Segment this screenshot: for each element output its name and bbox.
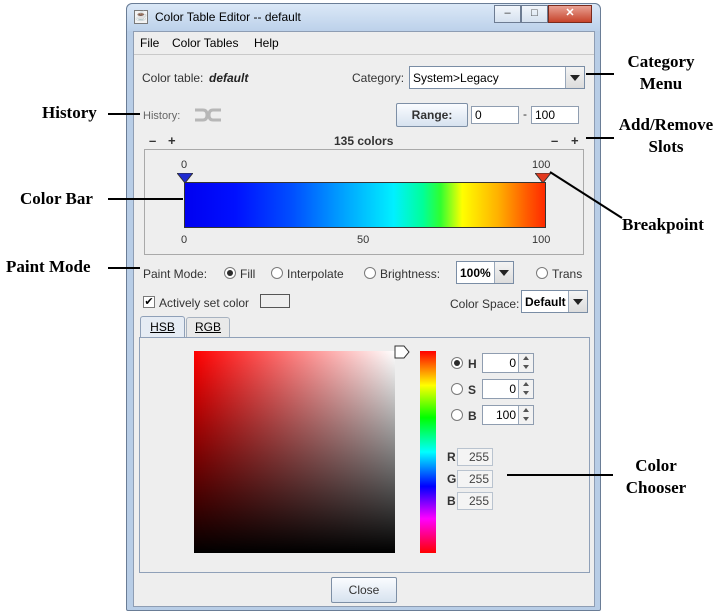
- annotation-color-bar: Color Bar: [20, 189, 93, 208]
- sb-cursor-shape: [394, 345, 410, 359]
- title-bar[interactable]: ☕ Color Table Editor -- default – □ ✕: [127, 4, 600, 31]
- range-min-field[interactable]: 0: [471, 106, 519, 124]
- history-undo-redo-icon[interactable]: [193, 107, 223, 123]
- hue-slider[interactable]: [420, 351, 436, 553]
- history-label: History:: [143, 110, 181, 122]
- color-bar[interactable]: [184, 182, 546, 228]
- brightness-select[interactable]: 100%: [456, 261, 514, 284]
- add-slot-left-button[interactable]: +: [168, 133, 176, 148]
- category-value: System>Legacy: [413, 71, 499, 85]
- window-title: Color Table Editor -- default: [155, 10, 301, 24]
- category-label: Category:: [352, 71, 405, 85]
- editor-content: File Color Tables Help Color table: defa…: [133, 31, 595, 607]
- paint-mode-interpolate-label: Interpolate: [287, 267, 344, 281]
- menu-bar: File Color Tables Help: [134, 32, 594, 55]
- annotation-line-color-chooser: [507, 474, 613, 476]
- colorbar-tick-50: 50: [357, 234, 370, 246]
- add-slot-right-button[interactable]: +: [571, 133, 579, 148]
- paint-mode-interpolate-radio[interactable]: [271, 267, 283, 279]
- hsb-h-value: 0: [509, 356, 516, 370]
- minimize-button[interactable]: –: [494, 5, 521, 23]
- range-button[interactable]: Range:: [396, 103, 468, 127]
- rgb-r-value: 255: [457, 448, 493, 466]
- annotation-line-history: [108, 113, 140, 115]
- annotation-line-colorbar: [108, 198, 183, 200]
- spinner-arrows-icon[interactable]: [518, 354, 533, 372]
- close-button[interactable]: Close: [331, 577, 397, 603]
- color-table-editor-window: ☕ Color Table Editor -- default – □ ✕ Fi…: [126, 3, 601, 611]
- color-count: 135 colors: [334, 134, 394, 148]
- annotation-breakpoint: Breakpoint: [622, 215, 704, 234]
- range-max-field[interactable]: 100: [531, 106, 579, 124]
- color-chooser-panel: H 0 S 0 B 100 R 255 G 255 B 255: [139, 337, 590, 573]
- paint-mode-label: Paint Mode:: [143, 267, 208, 281]
- rgb-r-label: R: [447, 450, 456, 464]
- hsb-s-label: S: [468, 383, 477, 397]
- hsb-b-value: 100: [495, 408, 516, 422]
- hsb-s-value: 0: [509, 382, 516, 396]
- menu-help[interactable]: Help: [254, 36, 279, 50]
- menu-file[interactable]: File: [140, 36, 159, 50]
- remove-slot-right-button[interactable]: –: [551, 133, 558, 148]
- paint-mode-fill-label: Fill: [240, 267, 256, 281]
- paint-mode-brightness-label: Brightness:: [380, 267, 441, 281]
- active-color-swatch[interactable]: [260, 294, 290, 308]
- window-close-button[interactable]: ✕: [548, 5, 592, 23]
- hsb-h-radio[interactable]: [451, 357, 463, 369]
- tab-hsb[interactable]: HSB: [140, 316, 185, 338]
- colorbar-top-left-label: 0: [181, 159, 188, 171]
- chevron-down-icon[interactable]: [568, 291, 587, 312]
- rgb-g-value: 255: [457, 470, 493, 488]
- color-space-value: Default: [525, 295, 566, 309]
- tab-rgb[interactable]: RGB: [186, 317, 230, 337]
- annotation-paint-mode: Paint Mode: [6, 257, 91, 276]
- rgb-g-label: G: [447, 472, 457, 486]
- hsb-h-label: H: [468, 357, 477, 371]
- color-table-name: default: [209, 71, 249, 85]
- rgb-b-label: B: [447, 494, 456, 508]
- color-space-label: Color Space:: [450, 297, 520, 311]
- hsb-b-spinner[interactable]: 100: [482, 405, 534, 425]
- hsb-s-radio[interactable]: [451, 383, 463, 395]
- annotation-add-remove-slots: Add/Remove Slots: [618, 115, 714, 156]
- annotation-line-paint-mode: [108, 267, 140, 269]
- annotation-line-slots: [586, 137, 614, 139]
- color-space-select[interactable]: Default: [521, 290, 588, 313]
- hsb-b-label: B: [468, 409, 477, 423]
- java-cup-icon: ☕: [134, 10, 148, 24]
- hsb-s-spinner[interactable]: 0: [482, 379, 534, 399]
- range-separator: -: [523, 107, 527, 121]
- category-select[interactable]: System>Legacy: [409, 66, 585, 89]
- rgb-b-value: 255: [457, 492, 493, 510]
- chevron-down-icon[interactable]: [494, 262, 513, 283]
- paint-mode-fill-radio[interactable]: [224, 267, 236, 279]
- annotation-color-chooser: Color Chooser: [625, 456, 687, 497]
- annotation-category-menu: Category Menu: [627, 52, 695, 93]
- left-breakpoint-marker[interactable]: [175, 172, 195, 184]
- sb-cursor-marker[interactable]: [394, 345, 410, 359]
- chevron-down-icon[interactable]: [565, 67, 584, 88]
- colorbar-tick-0: 0: [181, 234, 188, 246]
- spinner-arrows-icon[interactable]: [518, 380, 533, 398]
- brightness-value: 100%: [460, 266, 491, 280]
- annotation-line-breakpoint: [549, 171, 623, 219]
- paint-mode-trans-label: Trans: [552, 267, 583, 281]
- actively-set-color-label: Actively set color: [159, 296, 250, 310]
- hsb-b-radio[interactable]: [451, 409, 463, 421]
- paint-mode-brightness-radio[interactable]: [364, 267, 376, 279]
- maximize-button[interactable]: □: [521, 5, 548, 23]
- color-table-label: Color table:: [142, 71, 204, 85]
- hsb-h-spinner[interactable]: 0: [482, 353, 534, 373]
- colorbar-tick-100: 100: [532, 234, 551, 246]
- paint-mode-trans-radio[interactable]: [536, 267, 548, 279]
- actively-set-color-checkbox[interactable]: ✔: [143, 296, 155, 308]
- annotation-line-category: [586, 73, 614, 75]
- annotation-history: History: [42, 103, 97, 122]
- spinner-arrows-icon[interactable]: [518, 406, 533, 424]
- remove-slot-left-button[interactable]: –: [149, 133, 156, 148]
- menu-color-tables[interactable]: Color Tables: [172, 36, 238, 50]
- saturation-brightness-square[interactable]: [194, 351, 395, 553]
- color-bar-panel: 0 100 0 50 100: [144, 149, 584, 255]
